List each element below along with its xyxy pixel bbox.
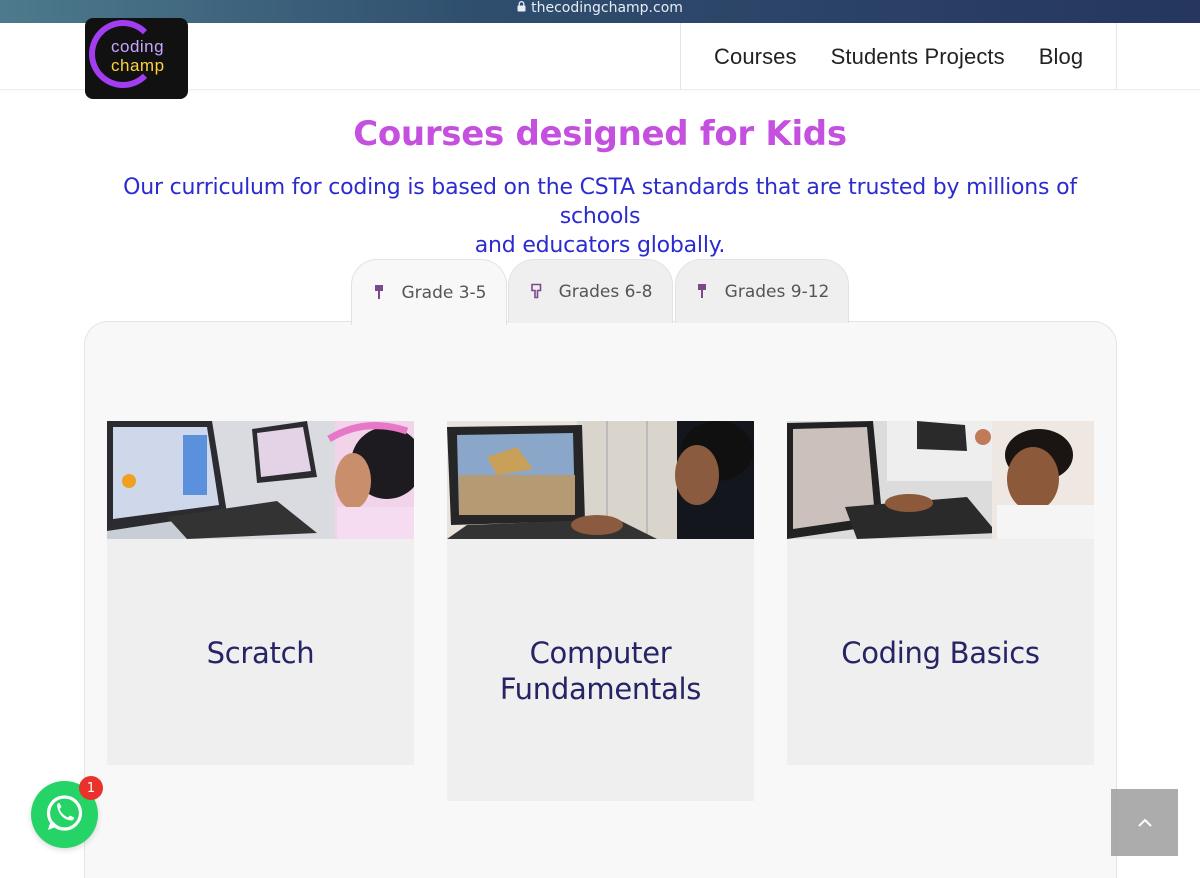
main-nav: Courses Students Projects Blog [714,23,1083,90]
chevron-up-icon [1137,818,1152,827]
pointing-hand-icon [695,283,711,299]
course-title-line: Scratch [206,636,315,670]
course-photo-scratch [107,421,414,539]
page-title: Courses designed for Kids [353,114,847,154]
course-photo-coding-basics [787,421,1094,539]
url-text: thecodingchamp.com [531,0,683,16]
logo-text-coding: coding [111,37,165,56]
nav-divider-right [1116,23,1117,90]
tab-label: Grades 6-8 [558,281,653,302]
notification-badge: 1 [79,776,103,800]
course-photo-computer-fundamentals [447,421,754,539]
pointing-hand-outline-icon [529,283,545,299]
tab-label: Grade 3-5 [401,282,487,303]
course-title-scratch: Scratch [107,635,414,671]
tab-grades-6-8[interactable]: Grades 6-8 [508,259,673,323]
nav-divider-left [680,23,681,90]
lock-icon [517,0,526,17]
course-title-computer-fundamentals: Computer Fundamentals [447,635,754,707]
nav-courses[interactable]: Courses [714,44,797,70]
course-title-line: Coding Basics [841,636,1040,670]
pointing-hand-icon [372,284,388,300]
page-subtitle: Our curriculum for coding is based on th… [80,173,1120,260]
course-card-computer-fundamentals[interactable]: Computer Fundamentals [447,421,754,801]
logo-text-champ: champ [111,56,165,75]
course-card-coding-basics[interactable]: Coding Basics [787,421,1094,765]
course-title-coding-basics: Coding Basics [787,635,1094,671]
back-to-top-button[interactable] [1111,789,1178,856]
site-logo[interactable]: coding champ [85,18,188,99]
tab-grade-3-5[interactable]: Grade 3-5 [351,259,507,325]
subtitle-line-2: and educators globally. [474,233,726,258]
course-card-scratch[interactable]: Scratch [107,421,414,765]
tab-label: Grades 9-12 [724,281,830,302]
nav-blog[interactable]: Blog [1039,44,1083,70]
nav-students-projects[interactable]: Students Projects [831,44,1005,70]
course-title-line-2: Fundamentals [499,672,702,706]
subtitle-line-1: Our curriculum for coding is based on th… [123,175,1077,229]
tab-grades-9-12[interactable]: Grades 9-12 [675,259,849,323]
course-title-line-1: Computer [529,636,672,670]
